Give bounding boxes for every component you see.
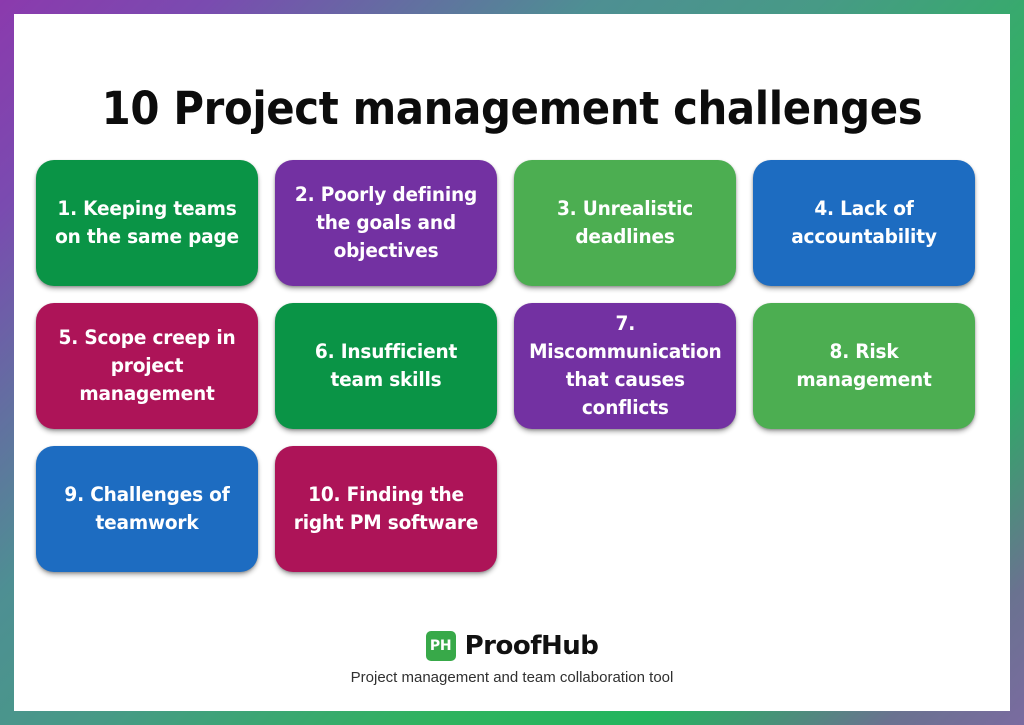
challenge-card-label: 4. Lack of accountability: [791, 197, 937, 248]
challenge-card[interactable]: 1. Keeping teams on the same page: [36, 160, 258, 286]
challenge-card[interactable]: 10. Finding the right PM software: [275, 446, 497, 572]
challenge-card-label: 1. Keeping teams on the same page: [55, 197, 239, 248]
challenge-card-label: 8. Risk management: [796, 340, 932, 391]
challenge-card[interactable]: 6. Insufficient team skills: [275, 303, 497, 429]
challenge-card[interactable]: 3. Unrealistic deadlines: [514, 160, 736, 286]
proofhub-logo-monogram: PH: [429, 638, 452, 654]
challenge-card-label: 6. Insufficient team skills: [314, 340, 458, 391]
footer-branding: PH ProofHub Project management and team …: [14, 631, 1010, 687]
infographic-canvas: 10 Project management challenges 1. Keep…: [14, 14, 1010, 711]
challenge-card-grid: 1. Keeping teams on the same page 2. Poor…: [36, 160, 992, 572]
challenge-card-label: 5. Scope creep in project management: [58, 326, 236, 405]
challenge-card-label: 9. Challenges of teamwork: [64, 483, 230, 534]
challenge-card[interactable]: 2. Poorly defining the goals and objecti…: [275, 160, 497, 286]
challenge-card-label: 7. Miscommunication that causes conflict…: [528, 312, 722, 419]
challenge-card[interactable]: 8. Risk management: [753, 303, 975, 429]
page-title: 10 Project management challenges: [101, 82, 923, 136]
proofhub-logo-lockup: PH ProofHub: [425, 631, 599, 661]
challenge-card[interactable]: 5. Scope creep in project management: [36, 303, 258, 429]
proofhub-tagline: Project management and team collaboratio…: [350, 669, 674, 686]
proofhub-brand-name: ProofHub: [464, 631, 599, 661]
proofhub-logo-icon: PH: [425, 631, 456, 661]
challenge-card[interactable]: 7. Miscommunication that causes conflict…: [514, 303, 736, 429]
challenge-card[interactable]: 4. Lack of accountability: [753, 160, 975, 286]
challenge-card-label: 10. Finding the right PM software: [293, 483, 479, 534]
challenge-card-label: 3. Unrealistic deadlines: [556, 197, 694, 248]
challenge-card[interactable]: 9. Challenges of teamwork: [36, 446, 258, 572]
challenge-card-label: 2. Poorly defining the goals and objecti…: [294, 183, 478, 262]
infographic-gradient-border: 10 Project management challenges 1. Keep…: [0, 0, 1024, 725]
